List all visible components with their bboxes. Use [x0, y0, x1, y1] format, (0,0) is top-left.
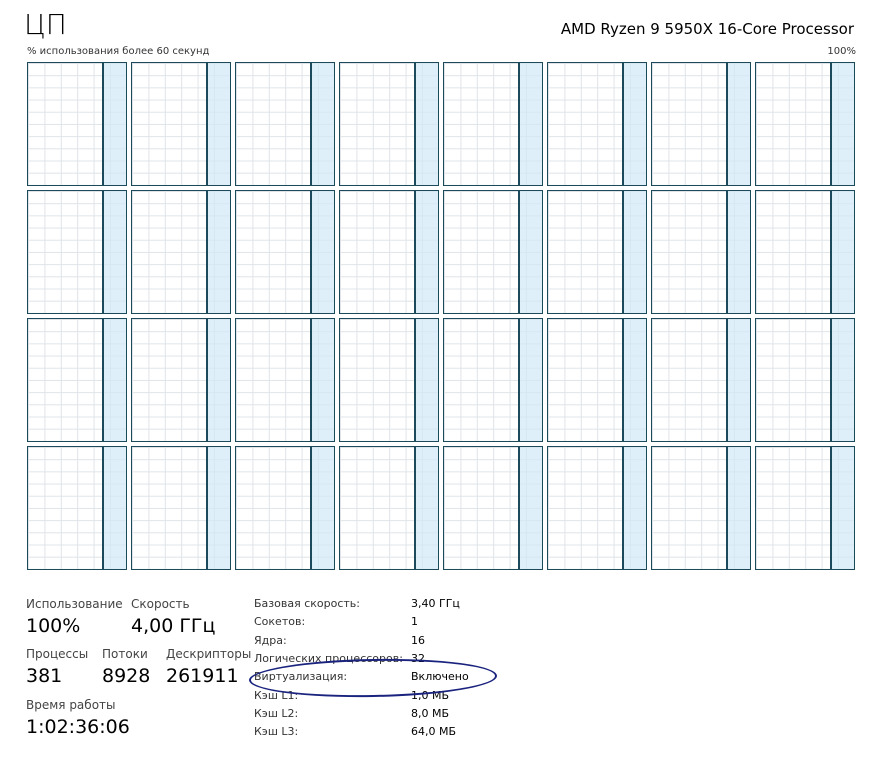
usage-fill — [726, 191, 750, 313]
logical-processor-graph[interactable] — [235, 446, 335, 570]
logical-processor-graph[interactable] — [235, 62, 335, 186]
uptime-label: Время работы — [26, 698, 116, 712]
logical-processor-graph[interactable] — [235, 190, 335, 314]
spec-value: 16 — [411, 633, 425, 647]
usage-fill — [102, 191, 126, 313]
processes-value: 381 — [26, 665, 63, 687]
usage-fill — [102, 447, 126, 569]
logical-processor-graph[interactable] — [339, 62, 439, 186]
usage-fill — [310, 191, 334, 313]
spec-label: Кэш L2: — [254, 706, 299, 720]
logical-processor-graph[interactable] — [443, 446, 543, 570]
usage-value: 100% — [26, 615, 81, 637]
speed-value: 4,00 ГГц — [131, 615, 216, 637]
logical-processor-graph[interactable] — [651, 318, 751, 442]
usage-fill — [310, 447, 334, 569]
usage-fill — [102, 63, 126, 185]
usage-fill — [830, 447, 854, 569]
logical-processor-graph[interactable] — [443, 190, 543, 314]
logical-processor-graph[interactable] — [443, 62, 543, 186]
spec-value: 8,0 МБ — [411, 706, 450, 720]
usage-fill — [622, 447, 646, 569]
logical-processor-graph[interactable] — [131, 318, 231, 442]
usage-fill — [622, 63, 646, 185]
handles-label: Дескрипторы — [166, 647, 252, 661]
logical-processor-graph[interactable] — [651, 190, 751, 314]
usage-fill — [622, 319, 646, 441]
logical-processor-graph[interactable] — [755, 62, 855, 186]
logical-processor-graph[interactable] — [131, 190, 231, 314]
logical-processor-graph[interactable] — [27, 318, 127, 442]
logical-processor-graph[interactable] — [235, 318, 335, 442]
logical-processor-graph[interactable] — [27, 446, 127, 570]
logical-processor-graph[interactable] — [651, 446, 751, 570]
usage-fill — [102, 319, 126, 441]
graph-subtitle: % использования более 60 секунд — [27, 46, 210, 57]
usage-fill — [206, 191, 230, 313]
usage-fill — [206, 63, 230, 185]
spec-label: Кэш L3: — [254, 725, 299, 739]
logical-processor-graph[interactable] — [443, 318, 543, 442]
logical-processor-graph[interactable] — [339, 318, 439, 442]
speed-label: Скорость — [131, 597, 190, 611]
spec-label: Базовая скорость: — [254, 597, 360, 610]
logical-processor-graph[interactable] — [131, 62, 231, 186]
logical-processor-graph[interactable] — [547, 62, 647, 186]
usage-fill — [518, 191, 542, 313]
usage-fill — [726, 319, 750, 441]
page-title: ЦП — [24, 8, 67, 41]
logical-processor-graph[interactable] — [547, 446, 647, 570]
processes-label: Процессы — [26, 647, 89, 661]
logical-processor-graph[interactable] — [755, 190, 855, 314]
logical-processor-graph[interactable] — [339, 446, 439, 570]
usage-fill — [414, 191, 438, 313]
usage-fill — [622, 191, 646, 313]
usage-fill — [414, 63, 438, 185]
threads-value: 8928 — [102, 665, 151, 687]
logical-processor-graph[interactable] — [339, 190, 439, 314]
usage-fill — [310, 63, 334, 185]
usage-fill — [726, 447, 750, 569]
logical-processor-graph[interactable] — [547, 190, 647, 314]
usage-fill — [414, 319, 438, 441]
usage-fill — [518, 63, 542, 185]
usage-fill — [830, 319, 854, 441]
uptime-value: 1:02:36:06 — [26, 716, 130, 738]
graph-max-label: 100% — [827, 46, 856, 57]
logical-processor-graph[interactable] — [131, 446, 231, 570]
logical-processor-graph[interactable] — [755, 318, 855, 442]
handles-value: 261911 — [166, 665, 239, 687]
usage-label: Использование — [26, 597, 123, 611]
threads-label: Потоки — [102, 647, 148, 661]
usage-fill — [830, 191, 854, 313]
processor-name: AMD Ryzen 9 5950X 16-Core Processor — [560, 20, 854, 38]
usage-fill — [206, 447, 230, 569]
logical-processor-graph[interactable] — [27, 190, 127, 314]
usage-fill — [310, 319, 334, 441]
spec-value: 3,40 ГГц — [411, 597, 460, 610]
usage-fill — [414, 447, 438, 569]
usage-fill — [518, 447, 542, 569]
usage-fill — [726, 63, 750, 185]
logical-processor-graph[interactable] — [755, 446, 855, 570]
logical-processor-graph[interactable] — [547, 318, 647, 442]
usage-fill — [518, 319, 542, 441]
spec-value: 1 — [411, 615, 418, 629]
usage-fill — [206, 319, 230, 441]
usage-fill — [830, 63, 854, 185]
logical-processor-graph[interactable] — [651, 62, 751, 186]
spec-label: Сокетов: — [254, 615, 306, 629]
spec-label: Ядра: — [254, 633, 287, 647]
spec-value: 64,0 МБ — [411, 725, 457, 739]
logical-processor-graph[interactable] — [27, 62, 127, 186]
